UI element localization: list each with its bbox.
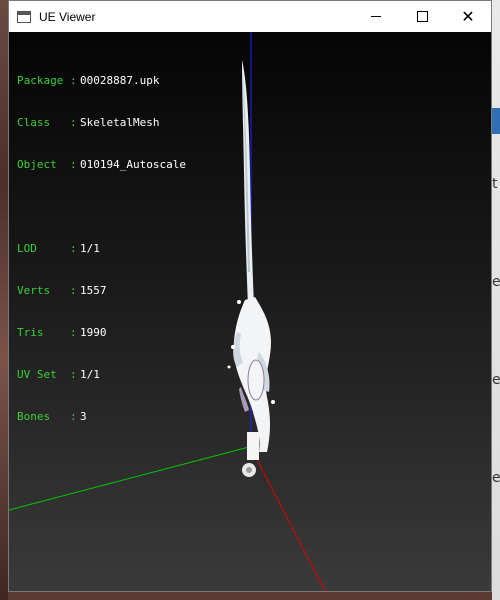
background-text-fragment: e <box>492 372 500 388</box>
info-value: 1/1 <box>80 368 100 381</box>
info-row-lod: LOD :1/1 <box>17 242 186 256</box>
background-text-fragment: e <box>492 274 500 290</box>
window-title: UE Viewer <box>39 9 96 24</box>
desktop-background-left <box>0 0 8 600</box>
info-label: Package : <box>17 74 77 87</box>
info-value: 00028887.upk <box>80 74 160 87</box>
info-row-uvset: UV Set :1/1 <box>17 368 186 382</box>
info-row-package: Package :00028887.upk <box>17 74 186 88</box>
3d-viewport[interactable]: Package :00028887.upk Class : SkeletalMes… <box>9 32 491 591</box>
background-window-accent <box>492 108 500 134</box>
background-text-fragment: e <box>492 470 500 486</box>
y-axis-line <box>9 446 250 511</box>
title-bar[interactable]: UE Viewer ✕ <box>9 1 491 32</box>
info-value: SkeletalMesh <box>80 116 160 129</box>
maximize-button[interactable] <box>399 1 445 32</box>
minimize-icon <box>371 16 381 17</box>
info-row-class: Class : SkeletalMesh <box>17 116 186 130</box>
close-icon: ✕ <box>461 6 475 26</box>
info-row-tris: Tris :1990 <box>17 326 186 340</box>
info-value: 1/1 <box>80 242 100 255</box>
info-row-verts: Verts :1557 <box>17 284 186 298</box>
minimize-button[interactable] <box>353 1 399 32</box>
info-label: Object : <box>17 158 77 171</box>
close-button[interactable]: ✕ <box>445 1 491 32</box>
info-label: Tris : <box>17 326 77 339</box>
info-row-bones: Bones :3 <box>17 410 186 424</box>
info-value: 1990 <box>80 326 107 339</box>
desktop-background-right: t e e e <box>492 0 500 600</box>
info-label: UV Set : <box>17 368 77 381</box>
info-row-object: Object :010194_Autoscale <box>17 158 186 172</box>
mesh-info-panel: Package :00028887.upk Class : SkeletalMes… <box>17 46 186 452</box>
info-value: 3 <box>80 410 87 423</box>
info-value: 1557 <box>80 284 107 297</box>
info-value: 010194_Autoscale <box>80 158 186 171</box>
x-axis-line <box>252 451 326 591</box>
maximize-icon <box>416 11 428 22</box>
ue-viewer-window: UE Viewer ✕ Package: 00028887.upk Class… <box>8 0 492 592</box>
info-label: Bones : <box>17 410 77 423</box>
info-label: LOD : <box>17 242 77 255</box>
app-window-icon[interactable] <box>17 10 31 23</box>
info-label: Verts : <box>17 284 77 297</box>
info-label: Class : <box>17 116 77 129</box>
background-text-fragment: t <box>492 176 498 192</box>
